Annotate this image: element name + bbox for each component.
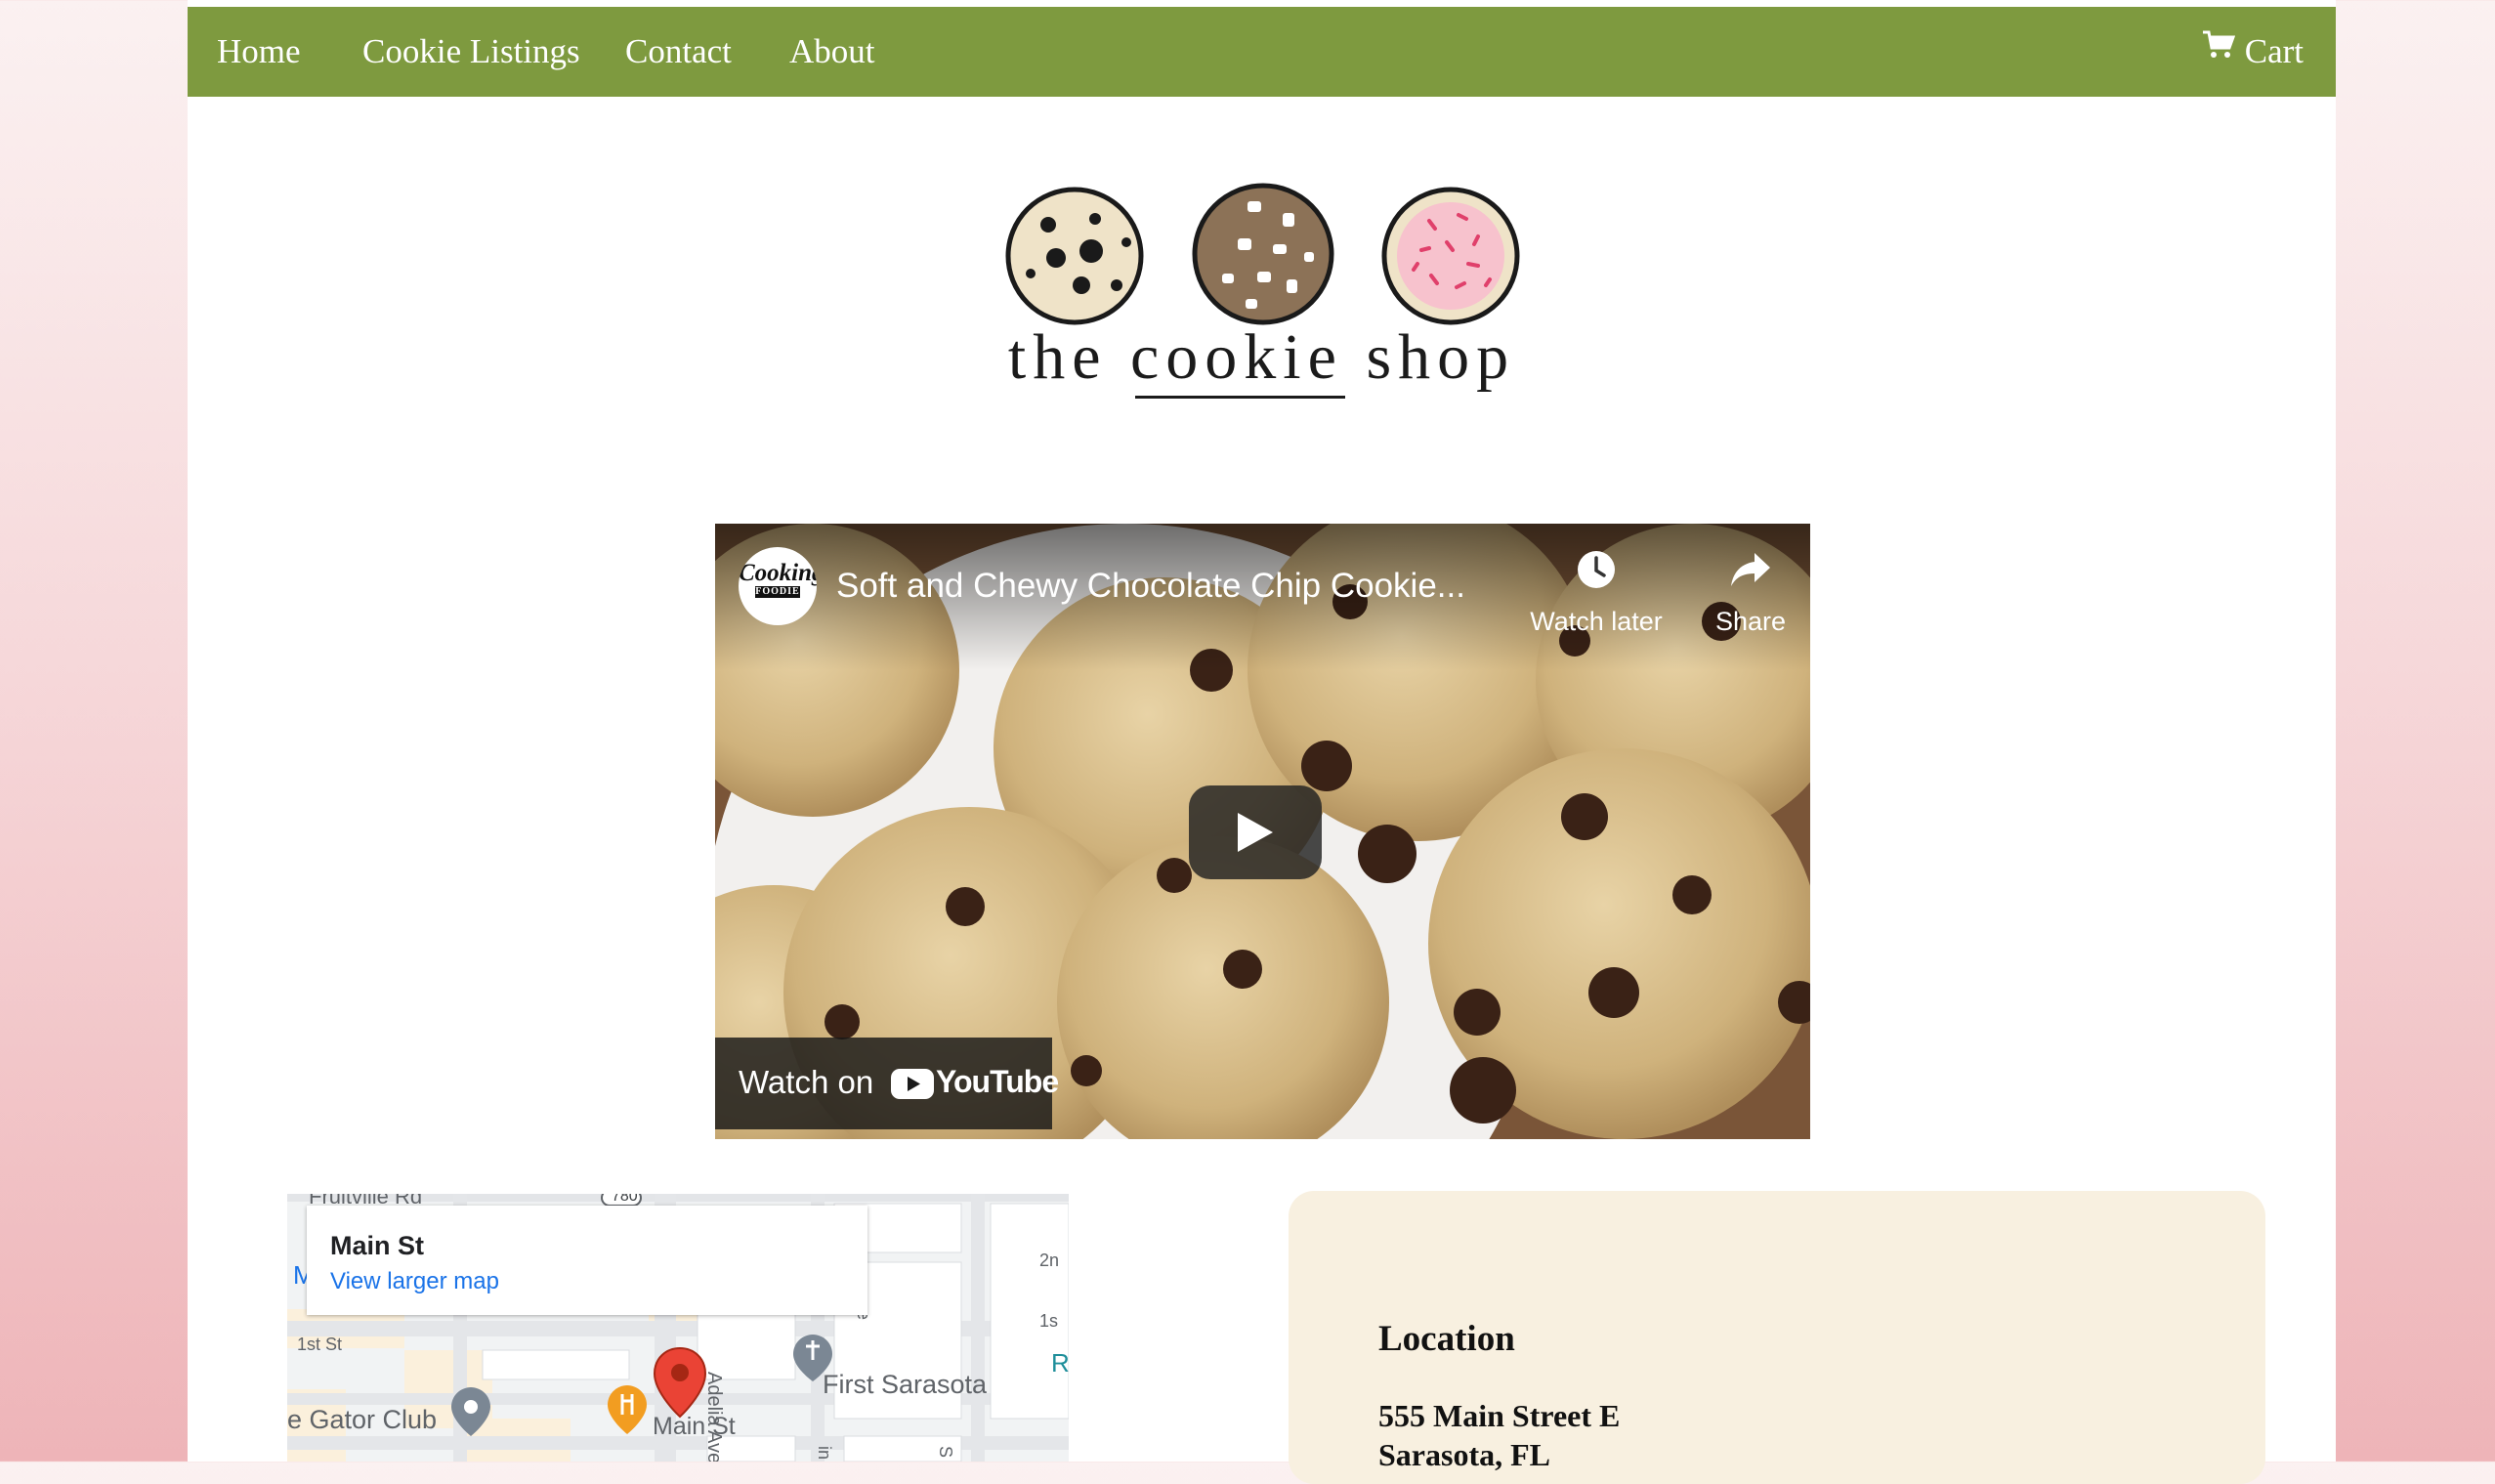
map-label-route-780: 780 xyxy=(612,1194,638,1205)
youtube-logo-icon xyxy=(891,1069,934,1099)
map-label-s-edge: S xyxy=(936,1446,955,1459)
logo-wordmark: the cookie shop xyxy=(188,320,2336,399)
share-button[interactable]: Share xyxy=(1672,549,1810,637)
map-label-1st-st: 1st St xyxy=(297,1335,343,1354)
cart-label: Cart xyxy=(2244,32,2304,70)
map-label-1st-edge: 1s xyxy=(1039,1311,1059,1331)
map-label-first-sarasota[interactable]: First Sarasota xyxy=(823,1370,987,1400)
map-label-2nd-edge: 2n xyxy=(1039,1251,1060,1270)
logo-word-cookie: cookie xyxy=(1130,321,1345,399)
cookie-trio-illustration xyxy=(1001,178,1529,334)
play-button[interactable] xyxy=(1189,785,1322,879)
address-line-1: 555 Main Street E xyxy=(1378,1398,1621,1433)
video-title-link[interactable]: Soft and Chewy Chocolate Chip Cookie... xyxy=(836,567,1465,606)
watch-on-youtube-button[interactable]: Watch on YouTube xyxy=(715,1038,1059,1129)
map-label-main-st: Main St xyxy=(653,1413,736,1440)
view-larger-map-link[interactable]: View larger map xyxy=(330,1268,499,1295)
map-place-title: Main St xyxy=(330,1231,425,1260)
play-icon xyxy=(1238,813,1273,852)
channel-avatar[interactable]: Cooking FOODIE xyxy=(739,547,817,625)
location-heading: Location xyxy=(1378,1319,1515,1359)
watch-later-button[interactable]: Watch later xyxy=(1518,549,1674,637)
page-container: Home Cookie Listings Contact About Cart xyxy=(188,0,2336,1484)
top-nav-bar: Home Cookie Listings Contact About Cart xyxy=(188,7,2336,97)
youtube-video-embed[interactable]: Cooking FOODIE Soft and Chewy Chocolate … xyxy=(715,524,1810,1139)
map-label-r-edge: R xyxy=(1051,1348,1069,1378)
map-label-gator-club[interactable]: e Gator Club xyxy=(287,1405,437,1435)
map-info-card: Main St View larger map xyxy=(307,1206,867,1315)
cart-link[interactable]: Cart xyxy=(2202,7,2304,97)
clock-icon xyxy=(1578,551,1615,588)
location-card: Location 555 Main Street E Sarasota, FL xyxy=(1289,1191,2265,1484)
shopping-cart-icon xyxy=(2202,4,2235,94)
share-arrow-icon xyxy=(1731,553,1770,586)
nav-home-link[interactable]: Home xyxy=(217,7,301,97)
nav-about-link[interactable]: About xyxy=(789,7,875,97)
logo-word-the: the xyxy=(1007,321,1108,393)
logo-word-shop: shop xyxy=(1366,321,1516,393)
address-line-2: Sarasota, FL xyxy=(1378,1437,1550,1472)
nav-contact-link[interactable]: Contact xyxy=(625,7,732,97)
google-map-embed[interactable]: Fruitville Rd 780 1st St Adelia Ave Firs… xyxy=(287,1194,1069,1462)
site-logo[interactable]: the cookie shop xyxy=(188,166,2336,430)
map-label-in-edge: in xyxy=(815,1446,834,1461)
nav-cookie-listings-link[interactable]: Cookie Listings xyxy=(362,7,580,97)
